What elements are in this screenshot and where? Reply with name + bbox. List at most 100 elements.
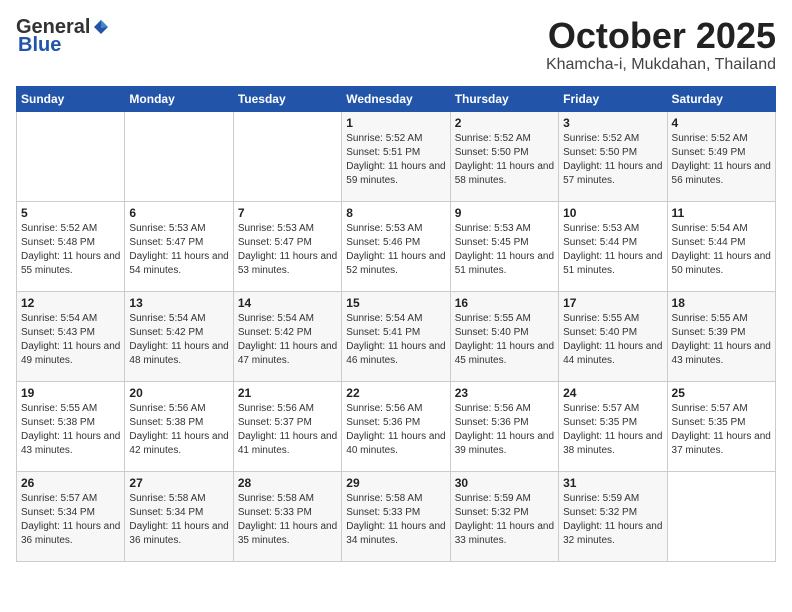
day-number: 17 — [563, 296, 662, 310]
calendar-cell: 13Sunrise: 5:54 AM Sunset: 5:42 PM Dayli… — [125, 291, 233, 381]
calendar-cell: 11 Sunrise: 5:54 AM Sunset: 5:44 PM Dayli… — [667, 201, 775, 291]
day-number: 5 — [21, 206, 120, 220]
calendar-cell: 19 Sunrise: 5:55 AM Sunset: 5:38 PM Dayli… — [17, 381, 125, 471]
day-info: Sunrise: 5:57 AM Sunset: 5:35 PM Dayligh… — [672, 402, 771, 458]
calendar-header-row: SundayMondayTuesdayWednesdayThursdayFrid… — [17, 86, 776, 111]
day-info: Sunrise: 5:55 AM Sunset: 5:40 PM Dayligh… — [563, 312, 662, 368]
day-number: 15 — [346, 296, 445, 310]
calendar-cell: 3Sunrise: 5:52 AM Sunset: 5:50 PM Daylig… — [559, 111, 667, 201]
day-info: Sunrise: 5:53 AM Sunset: 5:46 PM Dayligh… — [346, 222, 445, 278]
day-number: 12 — [21, 296, 120, 310]
day-info: Sunrise: 5:54 AM Sunset: 5:42 PM Dayligh… — [129, 312, 228, 368]
day-info: Sunrise: 5:53 AM Sunset: 5:47 PM Dayligh… — [238, 222, 337, 278]
day-number: 24 — [563, 386, 662, 400]
calendar-cell — [17, 111, 125, 201]
calendar-cell: 20 Sunrise: 5:56 AM Sunset: 5:38 PM Dayli… — [125, 381, 233, 471]
day-info: Sunrise: 5:52 AM Sunset: 5:49 PM Dayligh… — [672, 132, 771, 188]
calendar-cell: 25 Sunrise: 5:57 AM Sunset: 5:35 PM Dayli… — [667, 381, 775, 471]
month-title: October 2025 — [546, 16, 776, 56]
calendar-cell: 31Sunrise: 5:59 AM Sunset: 5:32 PM Dayli… — [559, 471, 667, 561]
calendar-cell: 24 Sunrise: 5:57 AM Sunset: 5:35 PM Dayli… — [559, 381, 667, 471]
logo: General Blue — [16, 16, 110, 56]
day-number: 19 — [21, 386, 120, 400]
day-number: 26 — [21, 476, 120, 490]
day-info: Sunrise: 5:59 AM Sunset: 5:32 PM Dayligh… — [455, 492, 554, 548]
day-number: 23 — [455, 386, 554, 400]
day-info: Sunrise: 5:55 AM Sunset: 5:39 PM Dayligh… — [672, 312, 771, 368]
location-title: Khamcha-i, Mukdahan, Thailand — [546, 56, 776, 74]
calendar-week-row: 5 Sunrise: 5:52 AM Sunset: 5:48 PM Daylig… — [17, 201, 776, 291]
calendar-cell: 27 Sunrise: 5:58 AM Sunset: 5:34 PM Dayli… — [125, 471, 233, 561]
day-info: Sunrise: 5:59 AM Sunset: 5:32 PM Dayligh… — [563, 492, 662, 548]
day-info: Sunrise: 5:52 AM Sunset: 5:50 PM Dayligh… — [455, 132, 554, 188]
calendar-cell: 10 Sunrise: 5:53 AM Sunset: 5:44 PM Dayli… — [559, 201, 667, 291]
calendar-cell: 16Sunrise: 5:55 AM Sunset: 5:40 PM Dayli… — [450, 291, 558, 381]
day-info: Sunrise: 5:58 AM Sunset: 5:33 PM Dayligh… — [238, 492, 337, 548]
day-info: Sunrise: 5:57 AM Sunset: 5:35 PM Dayligh… — [563, 402, 662, 458]
day-number: 28 — [238, 476, 337, 490]
day-info: Sunrise: 5:55 AM Sunset: 5:40 PM Dayligh… — [455, 312, 554, 368]
day-number: 22 — [346, 386, 445, 400]
day-info: Sunrise: 5:56 AM Sunset: 5:36 PM Dayligh… — [346, 402, 445, 458]
calendar-table: SundayMondayTuesdayWednesdayThursdayFrid… — [16, 86, 776, 562]
calendar-cell — [667, 471, 775, 561]
calendar-cell: 9Sunrise: 5:53 AM Sunset: 5:45 PM Daylig… — [450, 201, 558, 291]
calendar-cell: 14 Sunrise: 5:54 AM Sunset: 5:42 PM Dayli… — [233, 291, 341, 381]
calendar-week-row: 19 Sunrise: 5:55 AM Sunset: 5:38 PM Dayli… — [17, 381, 776, 471]
day-info: Sunrise: 5:54 AM Sunset: 5:41 PM Dayligh… — [346, 312, 445, 368]
day-number: 10 — [563, 206, 662, 220]
day-info: Sunrise: 5:54 AM Sunset: 5:44 PM Dayligh… — [672, 222, 771, 278]
calendar-cell: 12 Sunrise: 5:54 AM Sunset: 5:43 PM Dayli… — [17, 291, 125, 381]
logo-icon — [92, 18, 110, 36]
calendar-cell: 29 Sunrise: 5:58 AM Sunset: 5:33 PM Dayli… — [342, 471, 450, 561]
day-header-sunday: Sunday — [17, 86, 125, 111]
day-info: Sunrise: 5:56 AM Sunset: 5:38 PM Dayligh… — [129, 402, 228, 458]
day-number: 11 — [672, 206, 771, 220]
calendar-cell: 4 Sunrise: 5:52 AM Sunset: 5:49 PM Daylig… — [667, 111, 775, 201]
day-info: Sunrise: 5:54 AM Sunset: 5:43 PM Dayligh… — [21, 312, 120, 368]
day-number: 4 — [672, 116, 771, 130]
day-number: 1 — [346, 116, 445, 130]
day-number: 20 — [129, 386, 228, 400]
day-header-thursday: Thursday — [450, 86, 558, 111]
logo-blue: Blue — [18, 34, 61, 56]
day-info: Sunrise: 5:58 AM Sunset: 5:34 PM Dayligh… — [129, 492, 228, 548]
day-info: Sunrise: 5:57 AM Sunset: 5:34 PM Dayligh… — [21, 492, 120, 548]
day-number: 6 — [129, 206, 228, 220]
calendar-cell: 6Sunrise: 5:53 AM Sunset: 5:47 PM Daylig… — [125, 201, 233, 291]
page-header: General Blue October 2025 Khamcha-i, Muk… — [16, 16, 776, 74]
calendar-cell: 26 Sunrise: 5:57 AM Sunset: 5:34 PM Dayli… — [17, 471, 125, 561]
day-number: 7 — [238, 206, 337, 220]
day-number: 27 — [129, 476, 228, 490]
calendar-cell: 28 Sunrise: 5:58 AM Sunset: 5:33 PM Dayli… — [233, 471, 341, 561]
day-info: Sunrise: 5:52 AM Sunset: 5:51 PM Dayligh… — [346, 132, 445, 188]
day-number: 3 — [563, 116, 662, 130]
calendar-cell: 30 Sunrise: 5:59 AM Sunset: 5:32 PM Dayli… — [450, 471, 558, 561]
calendar-week-row: 12 Sunrise: 5:54 AM Sunset: 5:43 PM Dayli… — [17, 291, 776, 381]
day-info: Sunrise: 5:53 AM Sunset: 5:44 PM Dayligh… — [563, 222, 662, 278]
day-header-wednesday: Wednesday — [342, 86, 450, 111]
calendar-cell: 2 Sunrise: 5:52 AM Sunset: 5:50 PM Daylig… — [450, 111, 558, 201]
day-info: Sunrise: 5:55 AM Sunset: 5:38 PM Dayligh… — [21, 402, 120, 458]
day-info: Sunrise: 5:54 AM Sunset: 5:42 PM Dayligh… — [238, 312, 337, 368]
day-info: Sunrise: 5:58 AM Sunset: 5:33 PM Dayligh… — [346, 492, 445, 548]
day-number: 30 — [455, 476, 554, 490]
day-number: 29 — [346, 476, 445, 490]
calendar-cell: 23 Sunrise: 5:56 AM Sunset: 5:36 PM Dayli… — [450, 381, 558, 471]
day-number: 18 — [672, 296, 771, 310]
calendar-week-row: 1 Sunrise: 5:52 AM Sunset: 5:51 PM Daylig… — [17, 111, 776, 201]
calendar-body: 1 Sunrise: 5:52 AM Sunset: 5:51 PM Daylig… — [17, 111, 776, 561]
day-info: Sunrise: 5:56 AM Sunset: 5:37 PM Dayligh… — [238, 402, 337, 458]
day-info: Sunrise: 5:56 AM Sunset: 5:36 PM Dayligh… — [455, 402, 554, 458]
calendar-cell: 7 Sunrise: 5:53 AM Sunset: 5:47 PM Daylig… — [233, 201, 341, 291]
calendar-cell: 17 Sunrise: 5:55 AM Sunset: 5:40 PM Dayli… — [559, 291, 667, 381]
day-number: 25 — [672, 386, 771, 400]
calendar-cell: 15 Sunrise: 5:54 AM Sunset: 5:41 PM Dayli… — [342, 291, 450, 381]
day-header-monday: Monday — [125, 86, 233, 111]
calendar-cell: 22 Sunrise: 5:56 AM Sunset: 5:36 PM Dayli… — [342, 381, 450, 471]
day-number: 14 — [238, 296, 337, 310]
day-info: Sunrise: 5:52 AM Sunset: 5:48 PM Dayligh… — [21, 222, 120, 278]
calendar-cell — [233, 111, 341, 201]
day-info: Sunrise: 5:53 AM Sunset: 5:45 PM Dayligh… — [455, 222, 554, 278]
day-number: 2 — [455, 116, 554, 130]
